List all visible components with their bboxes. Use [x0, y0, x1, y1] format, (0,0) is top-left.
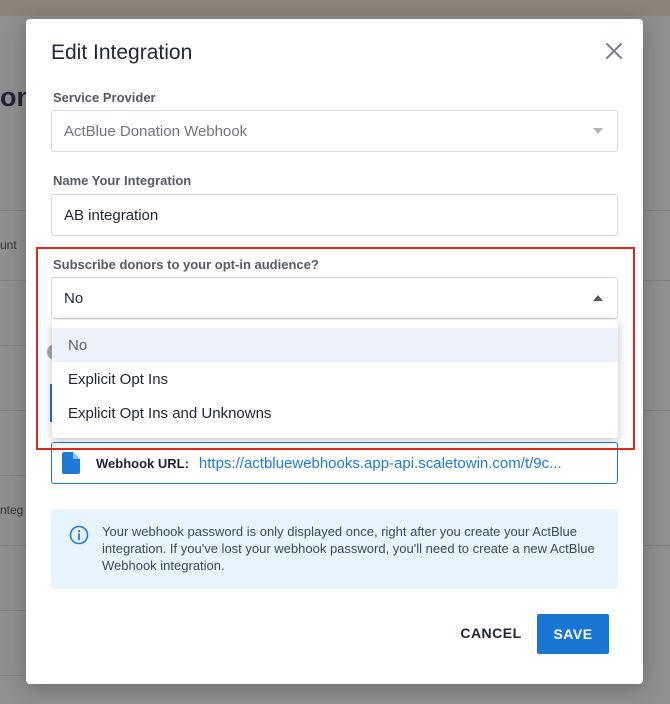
subscribe-select[interactable]: No — [51, 277, 618, 319]
edit-integration-modal: Edit Integration Service Provider ActBlu… — [26, 19, 643, 684]
subscribe-label: Subscribe donors to your opt-in audience… — [53, 257, 319, 272]
integration-name-value: AB integration — [64, 206, 159, 224]
document-icon — [62, 452, 80, 474]
webhook-url-field[interactable]: Webhook URL: https://actbluewebhooks.app… — [51, 442, 618, 484]
background-topbar — [0, 0, 670, 16]
background-text: nteg — [0, 503, 24, 517]
webhook-url-label: Webhook URL: — [96, 455, 189, 471]
dropdown-option-no[interactable]: No — [52, 328, 618, 362]
integration-name-label: Name Your Integration — [53, 173, 192, 188]
background-text: unt — [0, 238, 17, 252]
dropdown-option-explicit-opt-ins-and-unknowns[interactable]: Explicit Opt Ins and Unknowns — [52, 396, 618, 430]
info-icon — [69, 525, 89, 545]
integration-name-input[interactable]: AB integration — [51, 194, 618, 236]
caret-down-icon — [593, 128, 603, 134]
info-text: Your webhook password is only displayed … — [102, 524, 595, 573]
info-box: Your webhook password is only displayed … — [51, 509, 618, 589]
close-icon — [606, 43, 622, 59]
background-divider — [640, 210, 670, 211]
webhook-url-link[interactable]: https://actbluewebhooks.app-api.scaletow… — [199, 455, 617, 472]
close-button[interactable] — [602, 39, 626, 63]
background-divider — [640, 545, 670, 546]
subscribe-value: No — [64, 289, 84, 307]
caret-up-icon — [593, 295, 603, 301]
service-provider-label: Service Provider — [53, 90, 156, 105]
modal-title: Edit Integration — [51, 41, 193, 64]
background-divider — [640, 410, 670, 411]
cancel-button[interactable]: CANCEL — [451, 618, 531, 648]
subscribe-dropdown-menu: No Explicit Opt Ins Explicit Opt Ins and… — [52, 320, 618, 438]
dropdown-option-explicit-opt-ins[interactable]: Explicit Opt Ins — [52, 362, 618, 396]
background-divider — [640, 280, 670, 281]
service-provider-select[interactable]: ActBlue Donation Webhook — [51, 110, 618, 152]
service-provider-value: ActBlue Donation Webhook — [64, 122, 248, 140]
save-button[interactable]: SAVE — [537, 614, 609, 654]
